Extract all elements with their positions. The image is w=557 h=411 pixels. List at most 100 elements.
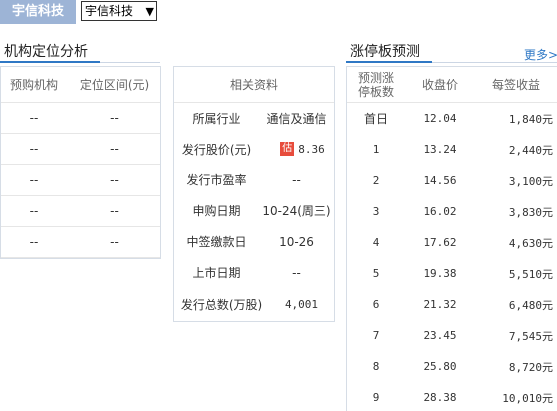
- table-row: 3 16.02 3,830元: [347, 196, 557, 227]
- issue-price-label: 发行股价(元): [181, 142, 252, 157]
- range-cell: --: [110, 111, 119, 125]
- range-cell: --: [110, 204, 119, 218]
- industry-label: 所属行业: [192, 112, 241, 126]
- table-row: 8 25.80 8,720元: [347, 351, 557, 382]
- estimate-badge: 估: [280, 142, 295, 156]
- top-bar: 宇信科技 宇信科技 ▼: [0, 0, 557, 24]
- chevron-down-icon[interactable]: ▼: [146, 3, 154, 21]
- table-row: 7 23.45 7,545元: [347, 320, 557, 351]
- table-row: 9 28.38 10,010元: [347, 382, 557, 411]
- close-price-cell: 12.04: [423, 112, 457, 125]
- close-price-cell: 19.38: [423, 267, 457, 280]
- profit-cell: 3,830元: [508, 205, 553, 219]
- limitup-count-cell: 首日: [363, 112, 388, 126]
- table-row: 1 13.24 2,440元: [347, 134, 557, 165]
- institution-table: 预购机构 定位区间(元) -- -- -- -- -- -- -- -- -- …: [0, 66, 161, 259]
- limitup-header-row: 预测涨停板数 收盘价 每签收益: [347, 67, 557, 103]
- table-row: -- --: [1, 103, 160, 134]
- limitup-count-cell: 3: [372, 205, 380, 218]
- subscribe-date-label: 申购日期: [192, 204, 241, 218]
- close-price-cell: 23.45: [423, 329, 457, 342]
- issue-pe-value: --: [292, 172, 301, 187]
- table-row: 6 21.32 6,480元: [347, 289, 557, 320]
- institution-cell: --: [29, 111, 39, 125]
- institution-title-rule: [100, 62, 160, 63]
- limitup-count-cell: 8: [372, 360, 380, 373]
- table-row: -- --: [1, 227, 160, 258]
- institution-cell: --: [29, 204, 39, 218]
- table-row: 上市日期 --: [174, 257, 334, 288]
- table-row: -- --: [1, 134, 160, 165]
- limitup-title-underline: [346, 61, 432, 63]
- profit-cell: 6,480元: [508, 298, 553, 312]
- listing-date-label: 上市日期: [192, 266, 241, 280]
- stock-select[interactable]: 宇信科技 ▼: [81, 1, 157, 21]
- institution-section-title: 机构定位分析: [4, 44, 88, 60]
- limitup-table: 预测涨停板数 收盘价 每签收益 首日 12.04 1,840元 1 13.24 …: [346, 66, 557, 411]
- limitup-count-cell: 4: [372, 236, 380, 249]
- total-shares-label: 发行总数(万股): [180, 298, 263, 312]
- limitup-count-cell: 2: [372, 174, 380, 187]
- table-row: -- --: [1, 165, 160, 196]
- profit-cell: 4,630元: [508, 236, 553, 250]
- table-row: 申购日期 10-24(周三): [174, 195, 334, 226]
- table-row: 4 17.62 4,630元: [347, 227, 557, 258]
- col-header-per-lot-profit: 每签收益: [491, 78, 540, 92]
- table-row: 发行市盈率 --: [174, 164, 334, 195]
- profit-cell: 3,100元: [508, 174, 553, 188]
- related-info-title: 相关资料: [229, 78, 278, 92]
- more-link[interactable]: 更多>>: [524, 46, 557, 63]
- table-row: 2 14.56 3,100元: [347, 165, 557, 196]
- col-header-institution: 预购机构: [9, 78, 58, 92]
- profit-cell: 10,010元: [502, 391, 553, 405]
- institution-title-underline: [0, 61, 100, 63]
- limitup-count-cell: 5: [372, 267, 380, 280]
- issue-pe-label: 发行市盈率: [186, 173, 247, 187]
- related-header-row: 相关资料: [174, 67, 334, 103]
- range-cell: --: [110, 173, 119, 187]
- profit-cell: 1,840元: [508, 112, 553, 126]
- related-info-panel: 相关资料 所属行业 通信及通信 发行股价(元) 估 8.36 发行市盈率 -- …: [173, 66, 335, 322]
- limitup-section-title: 涨停板预测: [350, 44, 420, 60]
- table-row: 发行股价(元) 估 8.36: [174, 134, 334, 164]
- close-price-cell: 14.56: [423, 174, 457, 187]
- institution-cell: --: [29, 235, 39, 249]
- stock-name-tag: 宇信科技: [0, 0, 76, 24]
- profit-cell: 5,510元: [508, 267, 553, 281]
- profit-cell: 7,545元: [508, 329, 553, 343]
- profit-cell: 2,440元: [508, 143, 553, 157]
- stock-select-value: 宇信科技: [85, 4, 134, 18]
- col-header-limitup-count: 预测涨停板数: [357, 70, 394, 99]
- table-row: -- --: [1, 196, 160, 227]
- table-row: 5 19.38 5,510元: [347, 258, 557, 289]
- total-shares-value: 4,001: [284, 298, 319, 311]
- institution-header-row: 预购机构 定位区间(元): [1, 67, 160, 103]
- subscribe-date-value: 10-24(周三): [262, 204, 331, 218]
- table-row: 所属行业 通信及通信: [174, 103, 334, 134]
- limitup-count-cell: 9: [372, 391, 380, 404]
- industry-value: 通信及通信: [266, 112, 327, 126]
- close-price-cell: 17.62: [423, 236, 457, 249]
- limitup-count-cell: 7: [372, 329, 380, 342]
- limitup-count-cell: 6: [372, 298, 380, 311]
- close-price-cell: 25.80: [423, 360, 457, 373]
- profit-cell: 8,720元: [508, 360, 553, 374]
- limitup-count-cell: 1: [372, 143, 380, 156]
- close-price-cell: 21.32: [423, 298, 457, 311]
- table-row: 中签缴款日 10-26: [174, 226, 334, 257]
- listing-date-value: --: [292, 265, 301, 280]
- range-cell: --: [110, 142, 119, 156]
- payment-date-label: 中签缴款日: [186, 235, 247, 249]
- issue-price-value-cell: 估 8.36: [259, 134, 334, 164]
- institution-cell: --: [29, 142, 39, 156]
- issue-price-value: 8.36: [298, 142, 325, 156]
- col-header-close-price: 收盘价: [421, 78, 458, 92]
- institution-cell: --: [29, 173, 39, 187]
- table-row: 发行总数(万股) 4,001: [174, 288, 334, 321]
- range-cell: --: [110, 235, 119, 249]
- close-price-cell: 13.24: [423, 143, 457, 156]
- payment-date-value: 10-26: [279, 234, 314, 249]
- col-header-range: 定位区间(元): [79, 78, 150, 92]
- close-price-cell: 16.02: [423, 205, 457, 218]
- close-price-cell: 28.38: [423, 391, 457, 404]
